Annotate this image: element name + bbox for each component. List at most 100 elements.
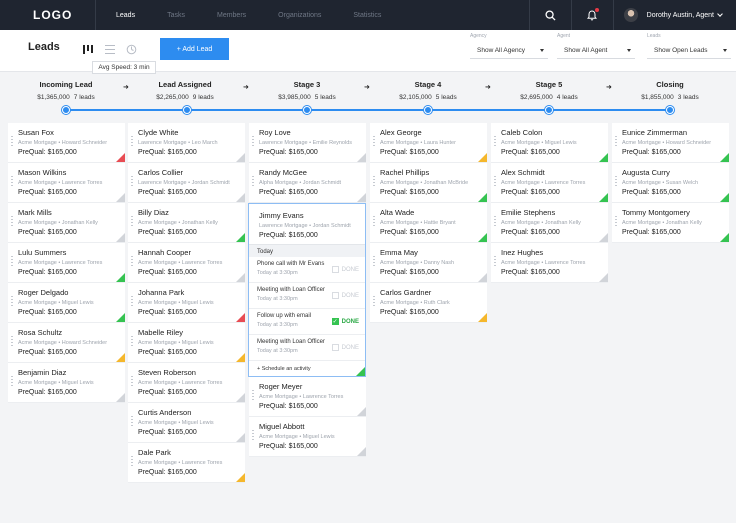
list-view-icon[interactable]	[104, 43, 116, 55]
nav-link-tasks[interactable]: Tasks	[167, 12, 185, 19]
add-lead-button[interactable]: + Add Lead	[160, 38, 229, 60]
drag-handle-icon[interactable]	[131, 216, 133, 228]
stage-dot[interactable]	[666, 106, 674, 114]
lead-card[interactable]: Mark Mills Acme Mortgage • Jonathan Kelly…	[8, 203, 125, 243]
stage-3[interactable]: Stage 3 $3,985,000 5 leads	[247, 80, 367, 101]
stage-5[interactable]: Stage 5 $2,695,000 4 leads	[489, 80, 609, 101]
drag-handle-icon[interactable]	[252, 176, 254, 188]
stage-lead-assigned[interactable]: Lead Assigned $2,265,000 9 leads	[125, 80, 245, 101]
lead-card[interactable]: Susan Fox Acme Mortgage • Howard Schneide…	[8, 123, 125, 163]
drag-handle-icon[interactable]	[11, 136, 13, 148]
drag-handle-icon[interactable]	[615, 176, 617, 188]
stage-dot[interactable]	[183, 106, 191, 114]
lead-card[interactable]: Roger Meyer Acme Mortgage • Lawrence Torr…	[249, 377, 366, 417]
drag-handle-icon[interactable]	[252, 136, 254, 148]
lead-card[interactable]: Curtis Anderson Acme Mortgage • Miguel Le…	[128, 403, 245, 443]
drag-handle-icon[interactable]	[373, 216, 375, 228]
lead-card[interactable]: Benjamin Diaz Acme Mortgage • Miguel Lewi…	[8, 363, 125, 403]
drag-handle-icon[interactable]	[11, 336, 13, 348]
nav-link-statistics[interactable]: Statistics	[353, 12, 381, 19]
drag-handle-icon[interactable]	[615, 216, 617, 228]
stage-closing[interactable]: Closing $1,855,000 3 leads	[610, 80, 730, 101]
lead-card[interactable]: Rachel Phillips Acme Mortgage • Jonathan …	[370, 163, 487, 203]
stage-dot[interactable]	[545, 106, 553, 114]
lead-card[interactable]: Carlos Gardner Acme Mortgage • Ruth Clark…	[370, 283, 487, 323]
drag-handle-icon[interactable]	[494, 176, 496, 188]
stage-dot[interactable]	[424, 106, 432, 114]
lead-card[interactable]: Roger Delgado Acme Mortgage • Miguel Lewi…	[8, 283, 125, 323]
lead-card[interactable]: Augusta Curry Acme Mortgage • Susan Welch…	[612, 163, 729, 203]
kanban-view-icon[interactable]	[82, 43, 94, 55]
agency-filter[interactable]: Agency Show All Agency	[470, 33, 548, 59]
stage-incoming-lead[interactable]: Incoming Lead $1,365,000 7 leads	[6, 80, 126, 101]
leads-filter[interactable]: Leads Show Open Leads	[647, 33, 731, 59]
drag-handle-icon[interactable]	[373, 256, 375, 268]
nav-link-organizations[interactable]: Organizations	[278, 12, 321, 19]
lead-card[interactable]: Eunice Zimmerman Acme Mortgage • Howard S…	[612, 123, 729, 163]
agent-filter[interactable]: Agent Show All Agent	[557, 33, 635, 59]
agent-select[interactable]: Show All Agent	[557, 42, 635, 59]
speed-view-icon[interactable]	[125, 43, 137, 55]
drag-handle-icon[interactable]	[11, 256, 13, 268]
lead-card[interactable]: Mabelle Riley Acme Mortgage • Miguel Lewi…	[128, 323, 245, 363]
agency-select[interactable]: Show All Agency	[470, 42, 548, 59]
drag-handle-icon[interactable]	[131, 136, 133, 148]
leads-select[interactable]: Show Open Leads	[647, 42, 731, 59]
drag-handle-icon[interactable]	[131, 336, 133, 348]
activity-item[interactable]: Phone call with Mr Evans Today at 3:30pm…	[249, 257, 365, 283]
nav-link-members[interactable]: Members	[217, 12, 246, 19]
drag-handle-icon[interactable]	[373, 136, 375, 148]
drag-handle-icon[interactable]	[373, 296, 375, 308]
drag-handle-icon[interactable]	[252, 390, 254, 402]
lead-card[interactable]: Emilie Stephens Acme Mortgage • Jonathan …	[491, 203, 608, 243]
drag-handle-icon[interactable]	[615, 136, 617, 148]
notifications-button[interactable]	[570, 0, 613, 30]
activity-item[interactable]: Meeting with Loan Officer Today at 3:30p…	[249, 283, 365, 309]
expanded-lead-card[interactable]: Jimmy Evans Lawrence Mortgage • Jordan S…	[248, 203, 366, 377]
drag-handle-icon[interactable]	[131, 256, 133, 268]
drag-handle-icon[interactable]	[494, 216, 496, 228]
drag-handle-icon[interactable]	[373, 176, 375, 188]
drag-handle-icon[interactable]	[11, 176, 13, 188]
activity-item[interactable]: Meeting with Loan Officer Today at 3:30p…	[249, 335, 365, 361]
drag-handle-icon[interactable]	[131, 376, 133, 388]
activity-item[interactable]: Follow up with email Today at 3:30pm ✓ DO…	[249, 309, 365, 335]
lead-card[interactable]: Alta Wade Acme Mortgage • Hattie Bryant Pr…	[370, 203, 487, 243]
lead-card[interactable]: Lulu Summers Acme Mortgage • Lawrence Tor…	[8, 243, 125, 283]
lead-card[interactable]: Billy Diaz Acme Mortgage • Jonathan Kelly…	[128, 203, 245, 243]
drag-handle-icon[interactable]	[11, 216, 13, 228]
lead-card[interactable]: Caleb Colon Acme Mortgage • Miguel Lewis P…	[491, 123, 608, 163]
drag-handle-icon[interactable]	[494, 136, 496, 148]
lead-card[interactable]: Hannah Cooper Acme Mortgage • Lawrence To…	[128, 243, 245, 283]
lead-card[interactable]: Alex George Acme Mortgage • Laura Hunter P…	[370, 123, 487, 163]
lead-card[interactable]: Tommy Montgomery Acme Mortgage • Jonathan…	[612, 203, 729, 243]
nav-link-leads[interactable]: Leads	[116, 12, 135, 19]
lead-card[interactable]: Roy Love Lawrence Mortgage • Emilie Reyno…	[249, 123, 366, 163]
logo[interactable]: LOGO	[0, 0, 96, 30]
stage-dot[interactable]	[303, 106, 311, 114]
lead-card[interactable]: Mason Wilkins Acme Mortgage • Lawrence To…	[8, 163, 125, 203]
drag-handle-icon[interactable]	[494, 256, 496, 268]
expanded-card-summary[interactable]: Jimmy Evans Lawrence Mortgage • Jordan S…	[249, 204, 365, 244]
lead-card[interactable]: Dale Park Acme Mortgage • Lawrence Torres…	[128, 443, 245, 483]
schedule-activity-link[interactable]: + Schedule an activity	[249, 361, 365, 376]
lead-card[interactable]: Johanna Park Acme Mortgage • Miguel Lewis…	[128, 283, 245, 323]
search-button[interactable]	[528, 0, 571, 30]
lead-card[interactable]: Miguel Abbott Acme Mortgage • Miguel Lewi…	[249, 417, 366, 457]
done-checkbox[interactable]: DONE	[331, 344, 359, 351]
drag-handle-icon[interactable]	[131, 416, 133, 428]
lead-card[interactable]: Carlos Collier Lawrence Mortgage • Jordan…	[128, 163, 245, 203]
stage-dot[interactable]	[62, 106, 70, 114]
drag-handle-icon[interactable]	[131, 456, 133, 468]
lead-card[interactable]: Clyde White Lawrence Mortgage • Leo March…	[128, 123, 245, 163]
stage-4[interactable]: Stage 4 $2,105,000 5 leads	[368, 80, 488, 101]
drag-handle-icon[interactable]	[131, 176, 133, 188]
drag-handle-icon[interactable]	[131, 296, 133, 308]
user-menu[interactable]: Dorothy Austin, Agent	[612, 0, 736, 30]
lead-card[interactable]: Inez Hughes Acme Mortgage • Lawrence Torr…	[491, 243, 608, 283]
drag-handle-icon[interactable]	[11, 296, 13, 308]
drag-handle-icon[interactable]	[252, 430, 254, 442]
drag-handle-icon[interactable]	[11, 376, 13, 388]
lead-card[interactable]: Rosa Schultz Acme Mortgage • Howard Schne…	[8, 323, 125, 363]
lead-card[interactable]: Alex Schmidt Acme Mortgage • Lawrence Tor…	[491, 163, 608, 203]
